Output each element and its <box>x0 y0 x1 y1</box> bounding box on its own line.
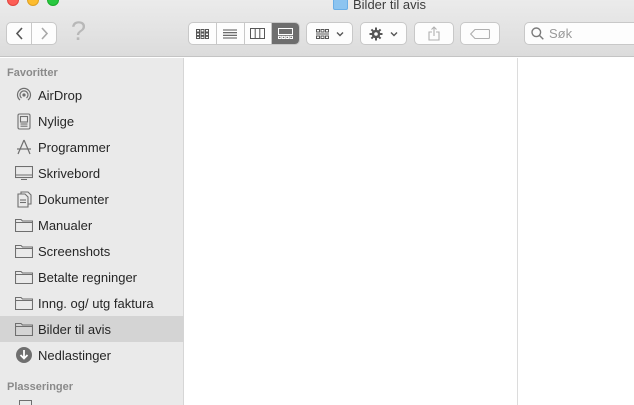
sidebar-item-label: AirDrop <box>38 87 83 103</box>
icon-view-button[interactable] <box>189 23 216 44</box>
sidebar-item-label: Dokumenter <box>38 191 109 207</box>
sidebar-item-skrivebord[interactable]: Skrivebord <box>0 160 184 186</box>
navigation-group <box>6 22 57 45</box>
sidebar-item-screenshots[interactable]: Screenshots <box>0 238 184 264</box>
forward-button[interactable] <box>31 23 56 44</box>
gallery-icon <box>278 28 294 39</box>
sidebar-item-label: Manualer <box>38 217 93 233</box>
sidebar-item-label: Screenshots <box>38 243 111 259</box>
sidebar-item-airdrop[interactable]: AirDrop <box>0 82 184 108</box>
folder-icon <box>15 243 33 259</box>
search-field[interactable] <box>524 22 634 45</box>
minimize-window-button[interactable] <box>27 0 39 6</box>
favorites-section-title: Favoritter <box>7 67 58 79</box>
gallery-view-button[interactable] <box>271 23 299 44</box>
downloads-icon <box>15 347 33 363</box>
tag-icon <box>470 28 490 39</box>
tag-button[interactable] <box>460 22 500 45</box>
recents-icon <box>15 112 33 130</box>
chevron-right-icon <box>40 27 48 40</box>
help-button[interactable]: ? <box>71 16 86 47</box>
desktop-icon <box>15 165 33 181</box>
airdrop-icon <box>15 87 33 103</box>
sidebar-item-manualer[interactable]: Manualer <box>0 212 184 238</box>
list-icon <box>223 28 238 39</box>
sidebar-item-inng-utg-faktura[interactable]: Inng. og/ utg faktura <box>0 290 184 316</box>
gallery-content-area[interactable] <box>185 58 634 405</box>
folder-icon <box>15 295 33 311</box>
list-view-button[interactable] <box>215 23 244 44</box>
folder-icon <box>15 321 33 337</box>
search-icon <box>531 27 544 40</box>
sidebar-item-dokumenter[interactable]: Dokumenter <box>0 186 184 212</box>
applications-icon <box>15 139 33 155</box>
close-window-button[interactable] <box>7 0 19 6</box>
sidebar-item-label: Nylige <box>38 113 75 129</box>
chevron-left-icon <box>15 27 23 40</box>
action-menu-button[interactable] <box>360 22 407 45</box>
sidebar-item-betalte-regninger[interactable]: Betalte regninger <box>0 264 184 290</box>
chevron-down-icon <box>336 31 343 36</box>
group-by-button[interactable] <box>306 22 353 45</box>
toolbar: Bilder til avis ? <box>0 0 634 57</box>
window-title: Bilder til avis <box>333 0 426 12</box>
zoom-window-button[interactable] <box>47 0 59 6</box>
gear-icon <box>369 27 383 40</box>
search-input[interactable] <box>549 26 629 41</box>
chevron-down-icon <box>390 31 398 36</box>
sidebar-item-bilder-til-avis[interactable]: Bilder til avis <box>0 316 184 342</box>
sidebar-item-label: Betalte regninger <box>38 269 138 285</box>
sidebar-item-label: Inng. og/ utg faktura <box>38 295 154 311</box>
view-mode-control <box>188 22 300 45</box>
disk-icon <box>19 400 32 405</box>
sidebar-item-nylige[interactable]: Nylige <box>0 108 184 134</box>
sidebar-item-label: Programmer <box>38 139 111 155</box>
folder-icon <box>333 0 348 10</box>
sidebar-item-nedlastinger[interactable]: Nedlastinger <box>0 342 184 368</box>
folder-icon <box>15 269 33 285</box>
folder-icon <box>15 217 33 233</box>
share-icon <box>428 26 440 41</box>
preview-divider[interactable] <box>517 58 518 405</box>
sidebar-item-label: Skrivebord <box>38 165 101 181</box>
sidebar-item-label: Bilder til avis <box>38 321 111 337</box>
columns-icon <box>250 28 266 39</box>
icon-grid-icon <box>195 28 209 39</box>
share-button[interactable] <box>414 22 454 45</box>
window-title-label: Bilder til avis <box>353 0 426 12</box>
locations-section-title: Plasseringer <box>7 381 74 393</box>
sidebar: Favoritter AirDrop Nylige Programmer Skr… <box>0 58 184 405</box>
sidebar-item-programmer[interactable]: Programmer <box>0 134 184 160</box>
group-icon <box>315 28 329 39</box>
sidebar-item-label: Nedlastinger <box>38 347 111 363</box>
back-button[interactable] <box>7 23 31 44</box>
documents-icon <box>15 190 33 208</box>
column-view-button[interactable] <box>243 23 272 44</box>
